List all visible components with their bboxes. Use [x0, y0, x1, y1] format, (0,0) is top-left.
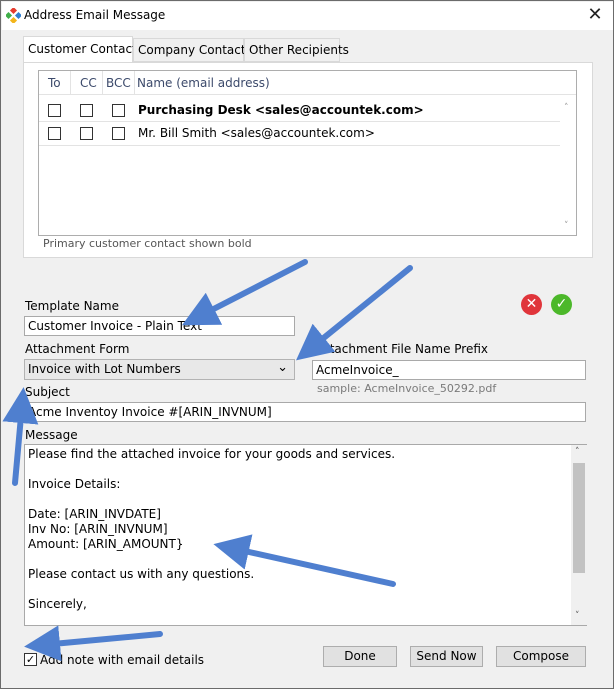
title-bar: Address Email Message ✕	[2, 2, 613, 30]
tab-other-recipients[interactable]: Other Recipients	[244, 38, 349, 62]
attachment-form-label: Attachment Form	[25, 342, 130, 356]
done-button[interactable]: Done	[323, 646, 397, 667]
header-bcc: BCC	[106, 76, 131, 90]
grid-scroll-down-icon[interactable]: ˅	[564, 221, 569, 231]
header-separator	[134, 71, 135, 95]
attachment-form-select[interactable]: Invoice with Lot Numbers ⌄	[24, 359, 295, 380]
template-name-label: Template Name	[25, 299, 119, 313]
primary-contact-note: Primary customer contact shown bold	[43, 237, 252, 250]
scroll-thumb[interactable]	[573, 463, 585, 573]
address-email-dialog: Address Email Message ✕ Customer Contact…	[0, 0, 614, 689]
app-logo-icon	[6, 8, 21, 23]
cc-checkbox[interactable]	[80, 104, 93, 117]
bcc-checkbox[interactable]	[112, 104, 125, 117]
window-title: Address Email Message	[24, 8, 166, 22]
scroll-up-icon[interactable]: ˄	[575, 447, 580, 457]
attachment-prefix-sample: sample: AcmeInvoice_50292.pdf	[317, 382, 497, 395]
subject-field[interactable]: Acme Inventoy Invoice #[ARIN_INVNUM]	[24, 402, 586, 422]
header-separator	[102, 71, 103, 95]
add-note-checkbox[interactable]: ✓	[24, 653, 37, 666]
message-label: Message	[25, 428, 78, 442]
close-window-button[interactable]: ✕	[584, 5, 606, 25]
to-checkbox[interactable]	[48, 104, 61, 117]
add-note-label: Add note with email details	[40, 653, 205, 667]
table-row[interactable]: Purchasing Desk <sales@accountek.com>	[39, 99, 560, 121]
contacts-grid: To CC BCC Name (email address) Purchasin…	[38, 70, 577, 236]
message-field[interactable]: Please find the attached invoice for you…	[24, 444, 587, 626]
accept-icon[interactable]: ✓	[551, 294, 572, 315]
compose-button[interactable]: Compose	[496, 646, 586, 667]
header-to: To	[48, 76, 61, 90]
contact-name: Purchasing Desk <sales@accountek.com>	[138, 103, 424, 117]
header-cc: CC	[80, 76, 97, 90]
header-separator	[70, 71, 71, 95]
attachment-prefix-field[interactable]: AcmeInvoice_	[312, 360, 586, 380]
scroll-down-icon[interactable]: ˅	[575, 611, 580, 621]
chevron-down-icon: ⌄	[277, 360, 288, 375]
template-name-field[interactable]: Customer Invoice - Plain Text	[24, 316, 295, 336]
header-name: Name (email address)	[137, 76, 270, 90]
to-checkbox[interactable]	[48, 127, 61, 140]
attachment-form-value: Invoice with Lot Numbers	[28, 362, 181, 376]
tab-company-contacts[interactable]: Company Contacts	[133, 38, 252, 62]
send-now-button[interactable]: Send Now	[410, 646, 483, 667]
attachment-prefix-label: Attachment File Name Prefix	[317, 342, 489, 356]
contact-name: Mr. Bill Smith <sales@accountek.com>	[138, 126, 375, 140]
table-row[interactable]: Mr. Bill Smith <sales@accountek.com>	[39, 122, 560, 144]
tab-customer-contacts[interactable]: Customer Contacts	[23, 36, 143, 63]
message-scrollbar[interactable]: ˄ ˅	[571, 445, 587, 625]
grid-scroll-up-icon[interactable]: ˄	[564, 103, 569, 113]
cc-checkbox[interactable]	[80, 127, 93, 140]
cancel-icon[interactable]: ✕	[521, 294, 542, 315]
row-divider	[39, 145, 560, 146]
bcc-checkbox[interactable]	[112, 127, 125, 140]
message-body[interactable]: Please find the attached invoice for you…	[28, 447, 568, 612]
subject-label: Subject	[25, 385, 70, 399]
